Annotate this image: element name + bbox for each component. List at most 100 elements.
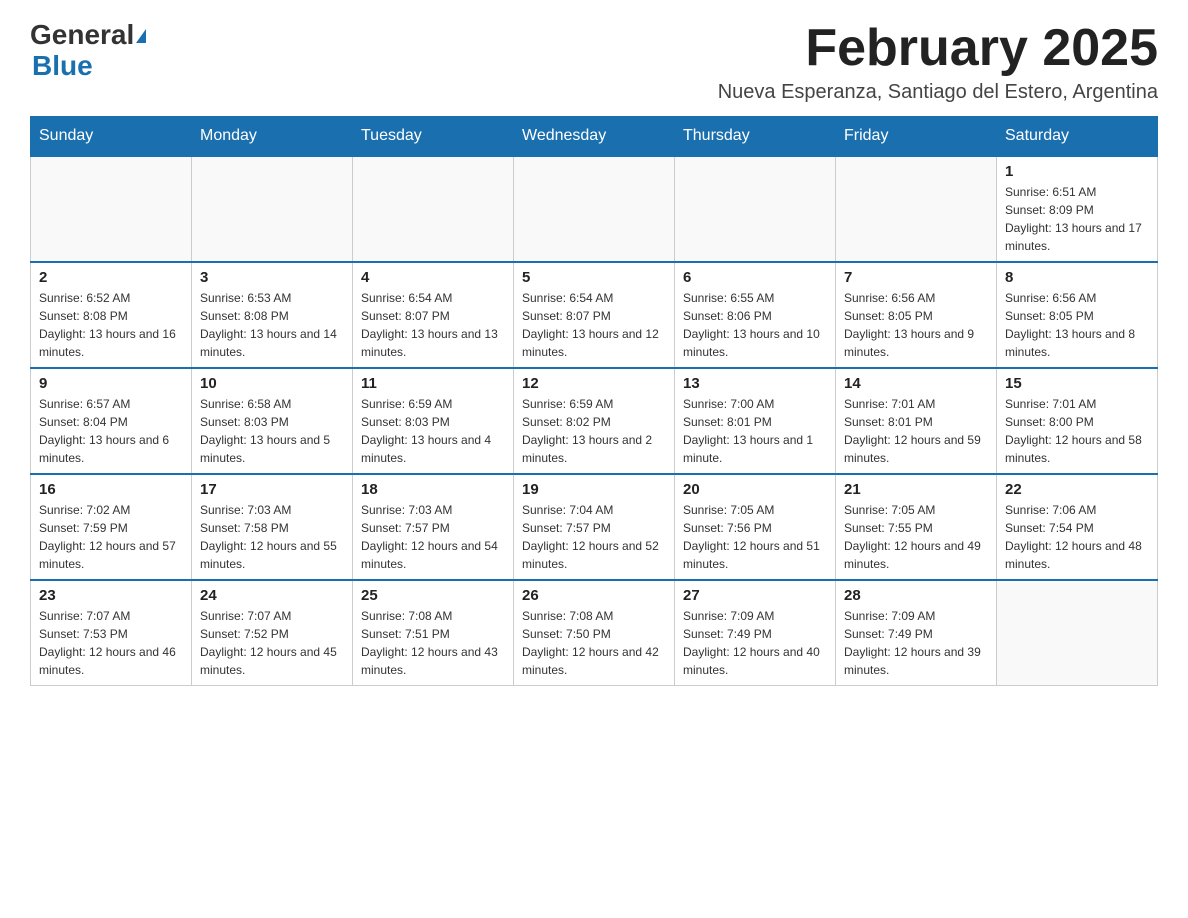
day-info: Sunrise: 7:08 AM Sunset: 7:51 PM Dayligh… [361, 607, 505, 679]
day-number: 15 [1005, 375, 1149, 392]
day-info: Sunrise: 7:05 AM Sunset: 7:55 PM Dayligh… [844, 501, 988, 573]
table-row: 14 Sunrise: 7:01 AM Sunset: 8:01 PM Dayli… [836, 368, 997, 474]
table-row: 15 Sunrise: 7:01 AM Sunset: 8:00 PM Dayli… [997, 368, 1158, 474]
table-row [836, 156, 997, 262]
calendar-week-row: 16Sunrise: 7:02 AM Sunset: 7:59 PM Dayli… [31, 474, 1158, 580]
calendar-week-row: 1Sunrise: 6:51 AM Sunset: 8:09 PM Daylig… [31, 156, 1158, 262]
table-row: 16Sunrise: 7:02 AM Sunset: 7:59 PM Dayli… [31, 474, 192, 580]
table-row: 20 Sunrise: 7:05 AM Sunset: 7:56 PM Dayli… [675, 474, 836, 580]
table-row: 7Sunrise: 6:56 AM Sunset: 8:05 PM Daylig… [836, 262, 997, 368]
table-row: 2Sunrise: 6:52 AM Sunset: 8:08 PM Daylig… [31, 262, 192, 368]
table-row: 23 Sunrise: 7:07 AM Sunset: 7:53 PM Dayli… [31, 580, 192, 686]
day-number: 12 [522, 375, 666, 392]
table-row: 24Sunrise: 7:07 AM Sunset: 7:52 PM Dayli… [192, 580, 353, 686]
day-info: Sunrise: 6:57 AM Sunset: 8:04 PM Dayligh… [39, 395, 183, 467]
logo: General Blue [30, 20, 146, 82]
day-number: 14 [844, 375, 988, 392]
page-header: General Blue February 2025 Nueva Esperan… [30, 20, 1158, 104]
table-row: 9 Sunrise: 6:57 AM Sunset: 8:04 PM Daylig… [31, 368, 192, 474]
table-row [997, 580, 1158, 686]
table-row: 6 Sunrise: 6:55 AM Sunset: 8:06 PM Daylig… [675, 262, 836, 368]
day-number: 13 [683, 375, 827, 392]
table-row: 19 Sunrise: 7:04 AM Sunset: 7:57 PM Dayli… [514, 474, 675, 580]
calendar-week-row: 23 Sunrise: 7:07 AM Sunset: 7:53 PM Dayli… [31, 580, 1158, 686]
day-number: 23 [39, 587, 183, 604]
location-subtitle: Nueva Esperanza, Santiago del Estero, Ar… [718, 81, 1158, 104]
day-number: 19 [522, 481, 666, 498]
table-row: 26Sunrise: 7:08 AM Sunset: 7:50 PM Dayli… [514, 580, 675, 686]
day-info: Sunrise: 6:59 AM Sunset: 8:03 PM Dayligh… [361, 395, 505, 467]
calendar-header-row: Sunday Monday Tuesday Wednesday Thursday… [31, 117, 1158, 157]
logo-general-text: General [30, 19, 134, 50]
day-number: 8 [1005, 269, 1149, 286]
day-number: 1 [1005, 163, 1149, 180]
day-number: 6 [683, 269, 827, 286]
day-number: 25 [361, 587, 505, 604]
day-number: 20 [683, 481, 827, 498]
day-number: 2 [39, 269, 183, 286]
day-number: 21 [844, 481, 988, 498]
table-row: 1Sunrise: 6:51 AM Sunset: 8:09 PM Daylig… [997, 156, 1158, 262]
day-number: 7 [844, 269, 988, 286]
calendar-week-row: 9 Sunrise: 6:57 AM Sunset: 8:04 PM Daylig… [31, 368, 1158, 474]
day-number: 3 [200, 269, 344, 286]
table-row: 10 Sunrise: 6:58 AM Sunset: 8:03 PM Dayli… [192, 368, 353, 474]
day-info: Sunrise: 7:04 AM Sunset: 7:57 PM Dayligh… [522, 501, 666, 573]
day-number: 10 [200, 375, 344, 392]
day-info: Sunrise: 7:02 AM Sunset: 7:59 PM Dayligh… [39, 501, 183, 573]
day-info: Sunrise: 7:07 AM Sunset: 7:53 PM Dayligh… [39, 607, 183, 679]
logo-triangle-icon [136, 29, 146, 43]
day-number: 11 [361, 375, 505, 392]
table-row: 25 Sunrise: 7:08 AM Sunset: 7:51 PM Dayli… [353, 580, 514, 686]
day-number: 27 [683, 587, 827, 604]
day-number: 4 [361, 269, 505, 286]
day-number: 26 [522, 587, 666, 604]
day-info: Sunrise: 7:01 AM Sunset: 8:00 PM Dayligh… [1005, 395, 1149, 467]
day-info: Sunrise: 7:01 AM Sunset: 8:01 PM Dayligh… [844, 395, 988, 467]
header-sunday: Sunday [31, 117, 192, 157]
day-info: Sunrise: 7:00 AM Sunset: 8:01 PM Dayligh… [683, 395, 827, 467]
table-row [31, 156, 192, 262]
day-info: Sunrise: 7:03 AM Sunset: 7:57 PM Dayligh… [361, 501, 505, 573]
table-row: 27 Sunrise: 7:09 AM Sunset: 7:49 PM Dayli… [675, 580, 836, 686]
table-row: 17 Sunrise: 7:03 AM Sunset: 7:58 PM Dayli… [192, 474, 353, 580]
table-row: 21 Sunrise: 7:05 AM Sunset: 7:55 PM Dayli… [836, 474, 997, 580]
table-row: 22 Sunrise: 7:06 AM Sunset: 7:54 PM Dayli… [997, 474, 1158, 580]
table-row [192, 156, 353, 262]
table-row: 5 Sunrise: 6:54 AM Sunset: 8:07 PM Daylig… [514, 262, 675, 368]
day-info: Sunrise: 7:06 AM Sunset: 7:54 PM Dayligh… [1005, 501, 1149, 573]
day-info: Sunrise: 6:58 AM Sunset: 8:03 PM Dayligh… [200, 395, 344, 467]
day-info: Sunrise: 6:54 AM Sunset: 8:07 PM Dayligh… [522, 289, 666, 361]
month-title: February 2025 [718, 20, 1158, 77]
header-monday: Monday [192, 117, 353, 157]
table-row: 8 Sunrise: 6:56 AM Sunset: 8:05 PM Daylig… [997, 262, 1158, 368]
header-thursday: Thursday [675, 117, 836, 157]
day-info: Sunrise: 7:05 AM Sunset: 7:56 PM Dayligh… [683, 501, 827, 573]
header-wednesday: Wednesday [514, 117, 675, 157]
calendar-table: Sunday Monday Tuesday Wednesday Thursday… [30, 116, 1158, 686]
day-number: 5 [522, 269, 666, 286]
header-tuesday: Tuesday [353, 117, 514, 157]
day-info: Sunrise: 7:03 AM Sunset: 7:58 PM Dayligh… [200, 501, 344, 573]
table-row: 11 Sunrise: 6:59 AM Sunset: 8:03 PM Dayli… [353, 368, 514, 474]
table-row: 13 Sunrise: 7:00 AM Sunset: 8:01 PM Dayli… [675, 368, 836, 474]
logo-blue-text: Blue [32, 50, 93, 81]
header-friday: Friday [836, 117, 997, 157]
day-number: 18 [361, 481, 505, 498]
day-number: 17 [200, 481, 344, 498]
table-row [514, 156, 675, 262]
header-saturday: Saturday [997, 117, 1158, 157]
table-row [675, 156, 836, 262]
day-info: Sunrise: 6:53 AM Sunset: 8:08 PM Dayligh… [200, 289, 344, 361]
calendar-week-row: 2Sunrise: 6:52 AM Sunset: 8:08 PM Daylig… [31, 262, 1158, 368]
day-info: Sunrise: 6:55 AM Sunset: 8:06 PM Dayligh… [683, 289, 827, 361]
day-number: 22 [1005, 481, 1149, 498]
day-info: Sunrise: 6:54 AM Sunset: 8:07 PM Dayligh… [361, 289, 505, 361]
table-row: 12Sunrise: 6:59 AM Sunset: 8:02 PM Dayli… [514, 368, 675, 474]
day-info: Sunrise: 7:09 AM Sunset: 7:49 PM Dayligh… [683, 607, 827, 679]
day-info: Sunrise: 7:09 AM Sunset: 7:49 PM Dayligh… [844, 607, 988, 679]
day-number: 9 [39, 375, 183, 392]
day-info: Sunrise: 6:56 AM Sunset: 8:05 PM Dayligh… [1005, 289, 1149, 361]
title-block: February 2025 Nueva Esperanza, Santiago … [718, 20, 1158, 104]
day-info: Sunrise: 7:07 AM Sunset: 7:52 PM Dayligh… [200, 607, 344, 679]
